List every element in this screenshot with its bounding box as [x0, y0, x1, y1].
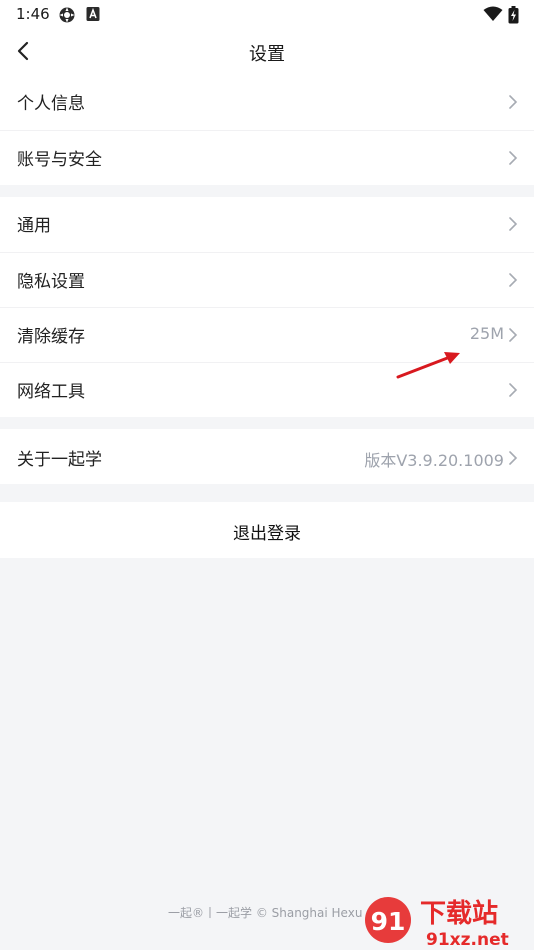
battery-icon	[508, 6, 519, 24]
right-chevron-icon	[509, 383, 518, 397]
annotation-arrow-icon	[396, 352, 460, 379]
version-value: 版本V3.9.20.1009	[364, 451, 504, 470]
logout-button[interactable]: 退出登录	[0, 502, 534, 558]
wifi-icon	[483, 6, 503, 21]
row-label: 隐私设置	[17, 272, 85, 292]
cache-size-value: 25M	[469, 324, 504, 343]
right-chevron-icon	[509, 451, 518, 465]
right-chevron-icon	[509, 151, 518, 165]
settings-group-about: 关于一起学 版本V3.9.20.1009	[0, 429, 534, 484]
row-label: 账号与安全	[17, 150, 102, 170]
status-bar: 1:46	[0, 0, 534, 30]
settings-group-account: 个人信息 账号与安全	[0, 75, 534, 185]
settings-group-general: 通用 隐私设置 清除缓存 25M 网络工具	[0, 197, 534, 417]
watermark-brand-text: 下载站	[420, 899, 498, 929]
logout-label: 退出登录	[233, 524, 301, 544]
row-label: 关于一起学	[17, 450, 102, 470]
right-chevron-icon	[509, 217, 518, 231]
nav-bar: 设置	[0, 30, 534, 75]
right-chevron-icon	[509, 95, 518, 109]
settings-row-general[interactable]: 通用	[0, 197, 534, 252]
row-label: 个人信息	[17, 94, 85, 114]
page-title: 设置	[249, 44, 285, 65]
row-label: 清除缓存	[17, 327, 85, 347]
app-a-icon	[86, 7, 100, 21]
watermark-domain: 91xz.net	[426, 930, 509, 950]
watermark-logo: 91 下载站 91xz.net	[365, 897, 509, 950]
right-chevron-icon	[509, 328, 518, 342]
row-label: 通用	[17, 216, 51, 236]
row-label: 网络工具	[17, 382, 85, 402]
settings-row-personal-info[interactable]: 个人信息	[0, 75, 534, 130]
right-chevron-icon	[509, 273, 518, 287]
footer-copyright: 一起®丨一起学 © Shanghai Hexu	[168, 906, 363, 920]
watermark-brand-glyph: 91	[371, 907, 406, 936]
status-time: 1:46	[16, 5, 50, 23]
settings-row-account-security[interactable]: 账号与安全	[0, 130, 534, 185]
gear-icon	[59, 7, 75, 23]
settings-row-privacy[interactable]: 隐私设置	[0, 252, 534, 307]
settings-row-about[interactable]: 关于一起学 版本V3.9.20.1009	[0, 429, 534, 484]
